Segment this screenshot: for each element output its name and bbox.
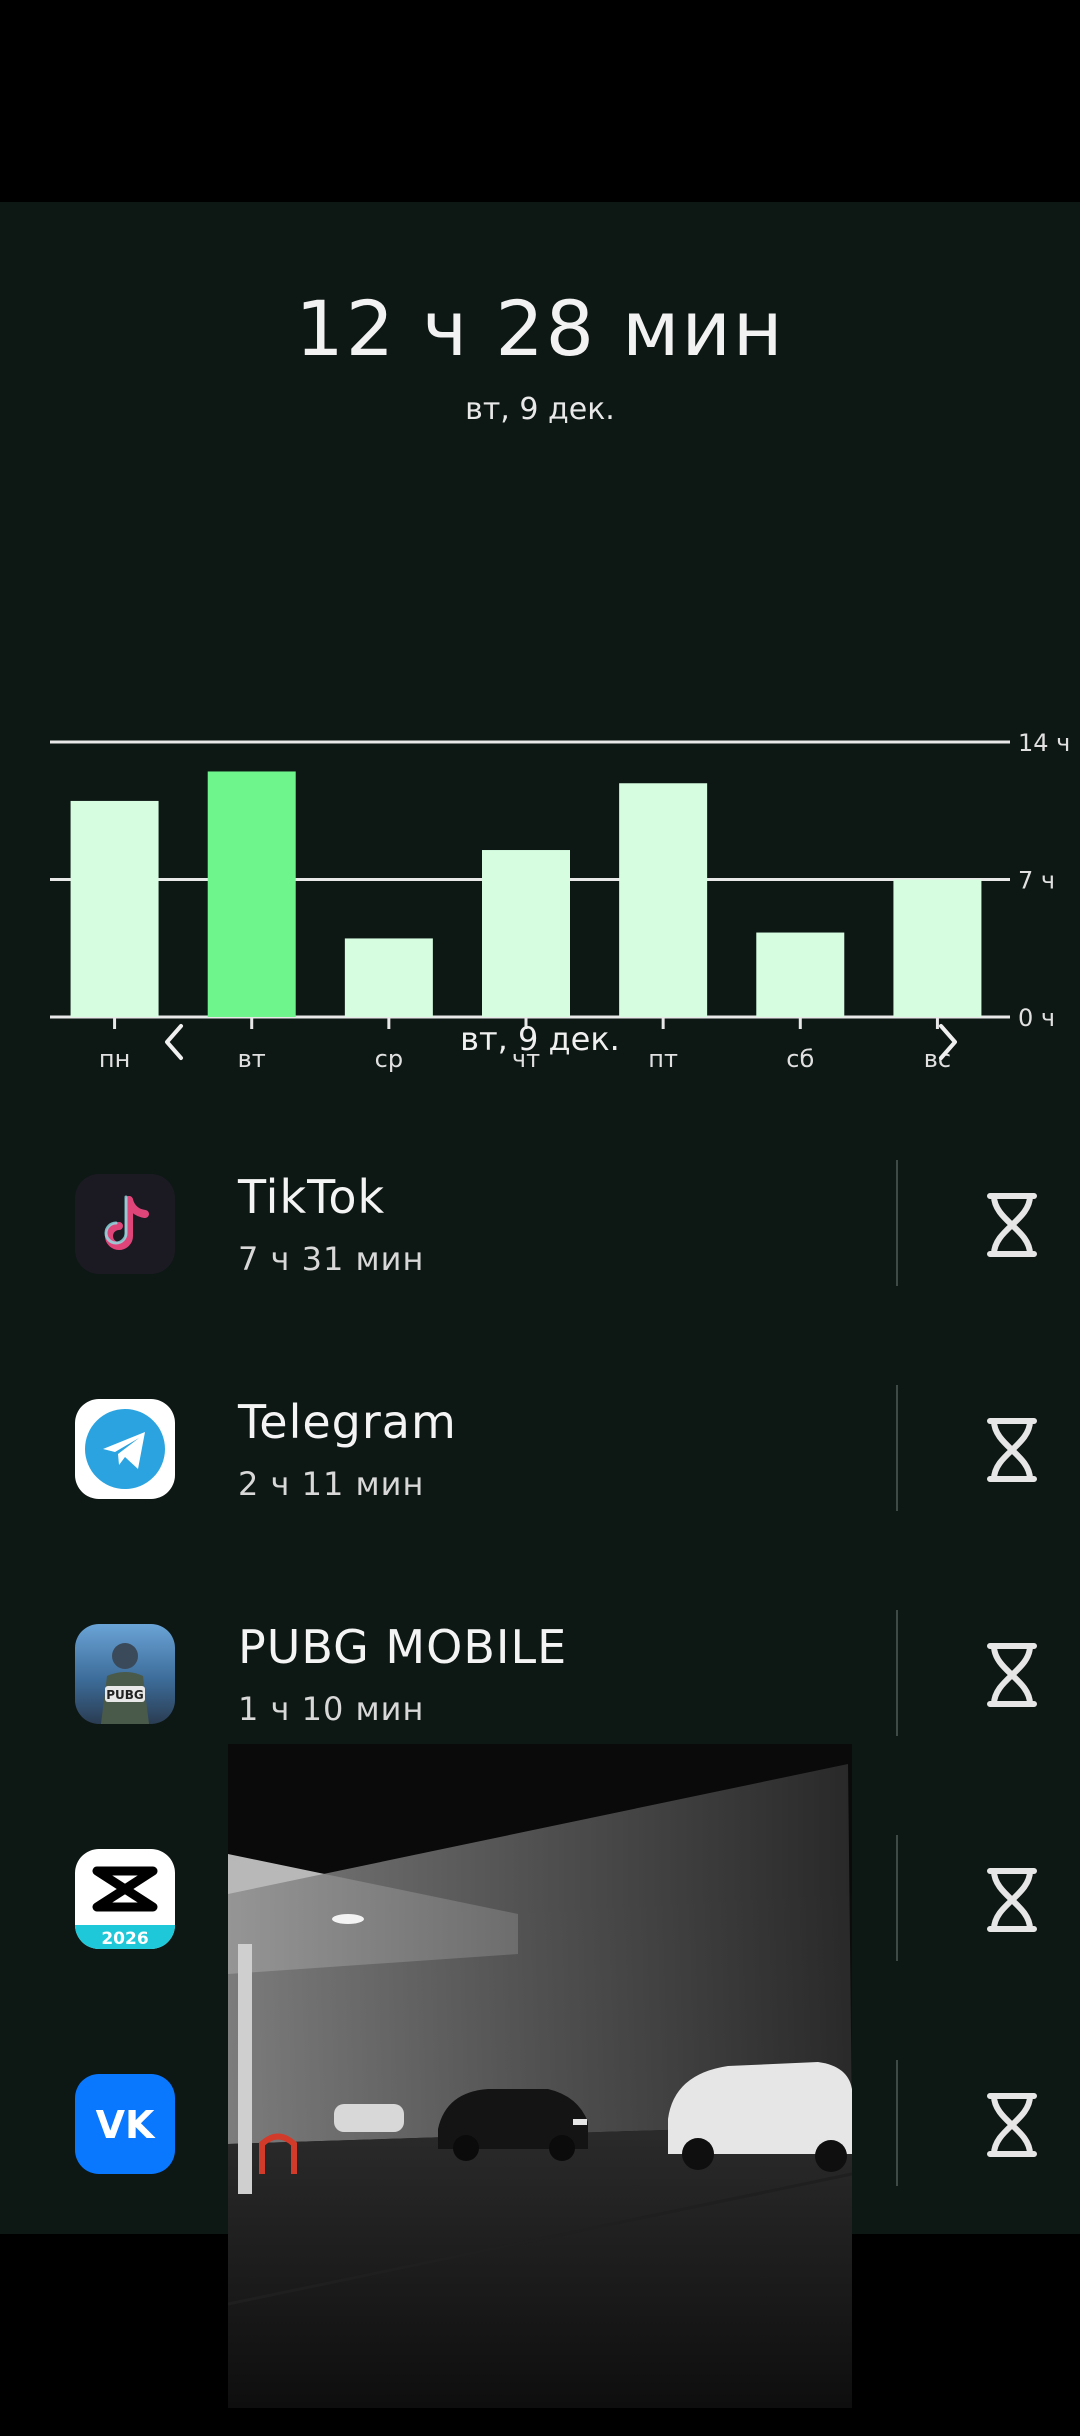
video-overlay (228, 1744, 852, 2408)
chart-bar-вт[interactable] (207, 771, 296, 1017)
pubg-icon: PUBG (75, 1624, 175, 1724)
svg-text:VK: VK (96, 2103, 156, 2147)
date-navigator: вт, 9 дек. (0, 1002, 1080, 1082)
next-day-button[interactable] (908, 1002, 988, 1082)
row-divider (896, 1610, 898, 1736)
app-name: Telegram (238, 1395, 457, 1449)
app-usage-time: 2 ч 11 мин (238, 1465, 425, 1503)
chart-bar-пт[interactable] (619, 783, 708, 1017)
y-tick-label: 14 ч (1018, 729, 1070, 757)
y-tick-label: 7 ч (1018, 867, 1055, 895)
app-usage-time: 1 ч 10 мин (238, 1690, 425, 1728)
app-usage-time: 7 ч 31 мин (238, 1240, 425, 1278)
hourglass-icon[interactable] (980, 1640, 1044, 1710)
chart-bar-вс[interactable] (893, 879, 982, 1018)
hourglass-icon[interactable] (980, 2090, 1044, 2160)
total-screen-time: 12 ч 28 мин (295, 284, 785, 373)
chart-bar-пн[interactable] (70, 800, 159, 1017)
app-row-tiktok[interactable]: TikTok 7 ч 31 мин (0, 1140, 1080, 1310)
tiktok-icon (75, 1174, 175, 1274)
hourglass-icon[interactable] (980, 1415, 1044, 1485)
row-divider (896, 1160, 898, 1286)
chart-bar-чт[interactable] (482, 850, 570, 1017)
capcut-icon: 2026 (75, 1849, 175, 1949)
capcut-badge: 2026 (101, 1929, 148, 1949)
telegram-icon (75, 1399, 175, 1499)
app-name: TikTok (238, 1170, 386, 1224)
hourglass-icon[interactable] (980, 1190, 1044, 1260)
vk-icon: VK (75, 2074, 175, 2174)
summary-date: вт, 9 дек. (465, 392, 615, 427)
app-name: PUBG MOBILE (238, 1620, 568, 1674)
hourglass-icon[interactable] (980, 1865, 1044, 1935)
row-divider (896, 1385, 898, 1511)
chevron-right-icon (939, 1024, 957, 1060)
row-divider (896, 1835, 898, 1961)
row-divider (896, 2060, 898, 2186)
app-row-telegram[interactable]: Telegram 2 ч 11 мин (0, 1365, 1080, 1535)
svg-text:PUBG: PUBG (106, 1688, 144, 1702)
app-row-pubg[interactable]: PUBG PUBG MOBILE 1 ч 10 мин (0, 1590, 1080, 1760)
